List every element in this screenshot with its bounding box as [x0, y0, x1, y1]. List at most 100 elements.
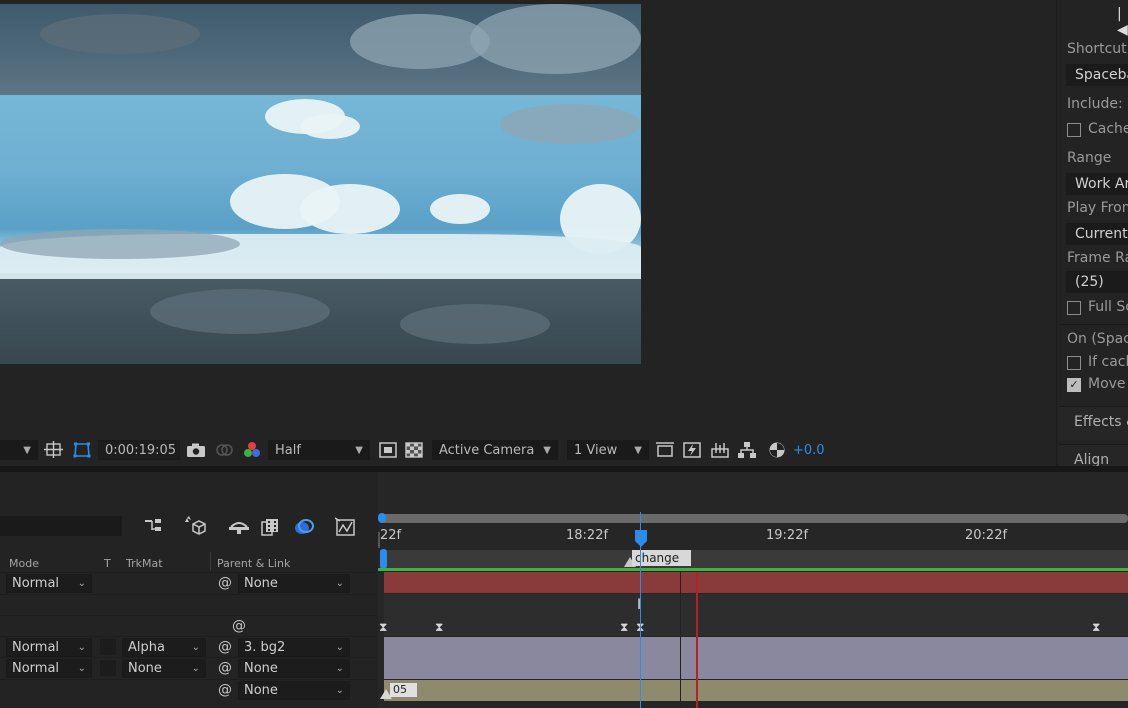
current-time-field[interactable]: 0:00:19:05 [98, 440, 180, 460]
chevron-down-icon: ⌄ [335, 685, 344, 696]
view-layout-dropdown[interactable]: 1 View ▼ [567, 440, 649, 460]
layer-bar-khaki[interactable] [384, 680, 1128, 701]
work-area-end-line [680, 572, 681, 708]
keyframe-marker[interactable]: ⧗ [435, 620, 443, 635]
if-caching-checkbox[interactable] [1067, 356, 1081, 370]
motion-blur-icon[interactable] [293, 518, 315, 539]
reset-exposure-icon[interactable] [768, 440, 786, 460]
mask-visibility-icon[interactable] [72, 440, 92, 460]
parent-dropdown[interactable]: None ⌄ [238, 681, 350, 700]
full-screen-checkbox[interactable] [1067, 301, 1081, 315]
magnification-dropdown[interactable]: ▼ [0, 440, 38, 460]
preserve-transparency-toggle[interactable] [100, 660, 116, 676]
parent-dropdown[interactable]: None ⌄ [238, 574, 350, 593]
ruler-label: 19:22f [766, 528, 809, 543]
chevron-down-icon: ⌄ [77, 642, 86, 653]
keyframe-marker[interactable]: ⧗ [379, 620, 387, 635]
render-boundary-line [696, 572, 698, 708]
full-screen-label: Full Sc [1088, 299, 1128, 315]
column-header-t[interactable]: T [104, 557, 111, 570]
grid-guides-icon[interactable] [44, 440, 64, 460]
toggle-pixel-aspect-icon[interactable] [655, 440, 675, 460]
layer-search-input[interactable] [0, 516, 122, 536]
include-label: Include: [1067, 96, 1123, 112]
cache-checkbox[interactable] [1067, 123, 1081, 137]
parent-dropdown[interactable]: None ⌄ [238, 659, 350, 678]
timeline-panel: Mode T TrkMat Parent & Link Normal ⌄ @ No… [0, 472, 1128, 708]
composition-mini-flowchart-icon[interactable] [144, 518, 164, 537]
chevron-down-icon: ▼ [543, 444, 551, 456]
chevron-down-icon: ⌄ [335, 642, 344, 653]
transparency-grid-icon[interactable] [404, 440, 424, 460]
keyframe-marker[interactable]: ⧗ [1092, 620, 1100, 635]
fast-previews-icon[interactable] [682, 440, 702, 460]
chevron-down-icon: ▼ [355, 444, 363, 456]
play-from-dropdown[interactable]: Current T [1066, 223, 1128, 245]
parent-pick-whip-icon[interactable]: @ [232, 618, 246, 634]
text-cursor-icon: I [637, 597, 642, 613]
layer-marker-label: 05 [390, 683, 417, 697]
draft-3d-icon[interactable] [183, 516, 207, 539]
track-matte-dropdown[interactable]: None ⌄ [122, 659, 206, 678]
column-header-trkmat[interactable]: TrkMat [126, 557, 163, 570]
keyframe-marker[interactable]: ⧗ [620, 620, 628, 635]
parent-dropdown[interactable]: 3. bg2 ⌄ [238, 638, 350, 657]
work-area-start-handle[interactable] [380, 549, 387, 569]
frame-blending-icon[interactable] [260, 518, 280, 539]
layer-bar-lavender[interactable] [384, 637, 1128, 658]
layer-row[interactable]: Normal ⌄ Alpha ⌄ @ 3. bg2 ⌄ [0, 636, 376, 658]
range-dropdown[interactable]: Work Are [1066, 173, 1128, 195]
effects-presets-tab-label: Effects & [1074, 414, 1128, 430]
parent-pick-whip-icon[interactable]: @ [218, 682, 232, 698]
parent-pick-whip-icon[interactable]: @ [218, 639, 232, 655]
chevron-down-icon: ⌄ [77, 663, 86, 674]
first-frame-icon[interactable]: |◀ [1117, 6, 1128, 38]
layer-row[interactable]: Normal ⌄ @ None ⌄ [0, 572, 376, 594]
blend-mode-dropdown[interactable]: Normal ⌄ [6, 638, 92, 657]
region-of-interest-icon[interactable] [378, 440, 398, 460]
time-navigator-start-handle[interactable] [378, 513, 386, 523]
layer-row[interactable] [0, 594, 376, 616]
move-label: Move t [1088, 376, 1128, 392]
move-checkbox[interactable]: ✓ [1067, 378, 1081, 392]
chevron-down-icon: ▼ [23, 444, 31, 456]
ruler-label: 22f [380, 528, 402, 543]
flowchart-icon[interactable] [737, 440, 757, 460]
chevron-down-icon: ⌄ [191, 642, 200, 653]
color-channels-icon[interactable] [242, 440, 262, 460]
timeline-track-area[interactable]: 22f 18:22f 19:22f 20:22f change ⧗ ⧗ ⧗ ⧗ … [378, 472, 1128, 708]
hide-shy-layers-icon[interactable] [228, 518, 250, 537]
camera-dropdown[interactable]: Active Camera ▼ [432, 440, 558, 460]
blend-mode-dropdown[interactable]: Normal ⌄ [6, 574, 92, 593]
shortcut-label: Shortcut [1067, 41, 1127, 57]
frame-rate-dropdown[interactable]: (25) [1066, 271, 1128, 293]
blend-mode-dropdown[interactable]: Normal ⌄ [6, 659, 92, 678]
layer-bar-red[interactable] [384, 572, 1128, 593]
track-matte-dropdown[interactable]: Alpha ⌄ [122, 638, 206, 657]
preserve-transparency-toggle[interactable] [100, 639, 116, 655]
layer-bar-lavender[interactable] [384, 658, 1128, 679]
time-navigator-bar[interactable] [380, 514, 1128, 523]
work-area-bar[interactable] [380, 550, 1128, 568]
camera-snapshot-icon[interactable] [186, 440, 206, 460]
parent-pick-whip-icon[interactable]: @ [218, 660, 232, 676]
chevron-down-icon: ⌄ [77, 578, 86, 589]
composition-viewer[interactable]: ▼ 0:00:19:05 Half ▼ Active Camera ▼ 1 View… [0, 0, 1054, 468]
play-from-label: Play From [1067, 200, 1128, 216]
shortcut-dropdown[interactable]: Spacebar [1066, 64, 1128, 86]
layer-row[interactable]: @ [0, 615, 376, 637]
show-snapshot-icon[interactable] [214, 440, 234, 460]
current-time-indicator[interactable] [635, 530, 647, 541]
composition-frame-image [0, 4, 641, 364]
resolution-dropdown[interactable]: Half ▼ [268, 440, 370, 460]
parent-pick-whip-icon[interactable]: @ [218, 575, 232, 591]
column-header-mode[interactable]: Mode [9, 557, 39, 570]
chevron-down-icon: ▼ [634, 444, 642, 456]
track-matte-value: Alpha [128, 640, 165, 655]
graph-editor-icon[interactable] [334, 517, 357, 540]
layer-row[interactable]: Normal ⌄ None ⌄ @ None ⌄ [0, 657, 376, 679]
exposure-value[interactable]: +0.0 [793, 440, 825, 460]
timeline-icon[interactable] [710, 440, 730, 460]
column-header-parent-link[interactable]: Parent & Link [217, 557, 290, 570]
layer-row[interactable]: @ None ⌄ [0, 679, 376, 701]
